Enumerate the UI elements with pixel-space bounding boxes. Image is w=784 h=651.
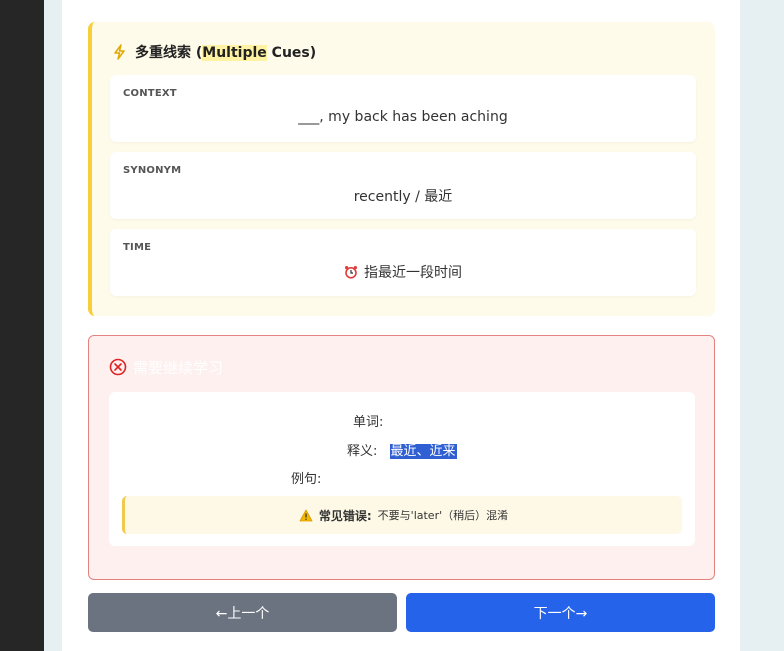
- meaning-row: 释义: 最近、近来: [347, 440, 457, 459]
- cue-value: recently / 最近: [353, 189, 453, 205]
- cue-label: TIME: [123, 242, 152, 253]
- meaning-value[interactable]: 最近、近来: [389, 444, 457, 459]
- review-title-text: 需要继续学习: [133, 358, 224, 377]
- previous-button[interactable]: ←上一个: [88, 593, 397, 632]
- lightning-icon: [114, 44, 125, 60]
- left-dark-margin: [0, 0, 44, 651]
- alarm-clock-icon: [345, 266, 357, 279]
- cue-card-synonym: SYNONYM recently / 最近: [110, 152, 696, 219]
- meaning-label: 释义:: [347, 444, 378, 459]
- example-label: 例句:: [291, 472, 322, 487]
- cues-title-prefix: 多重线索 (: [135, 45, 203, 61]
- error-circle-icon: [109, 358, 127, 376]
- word-row: 单词:: [353, 411, 383, 430]
- cue-card-time: TIME 指最近一段时间: [110, 229, 696, 296]
- cue-value: ___, my back has been aching: [298, 109, 508, 125]
- multiple-cues-panel: 多重线索 (Multiple Cues) CONTEXT ___, my bac…: [88, 22, 715, 316]
- word-detail-box: 单词: 释义: 最近、近来 例句: 常见错误: 不要与'later'（稍后）混淆: [109, 392, 695, 546]
- cue-label: CONTEXT: [123, 88, 177, 99]
- cue-label: SYNONYM: [123, 165, 182, 176]
- common-mistake-tip: 常见错误: 不要与'later'（稍后）混淆: [122, 496, 682, 534]
- cue-value-row: 指最近一段时间: [110, 262, 696, 282]
- cues-title-highlight: Multiple: [202, 45, 267, 61]
- warning-icon: [299, 509, 313, 521]
- cues-title: 多重线索 (Multiple Cues): [112, 42, 316, 62]
- review-result-panel: 需要继续学习 单词: 释义: 最近、近来 例句: 常见错误: 不要与'later…: [88, 335, 715, 580]
- next-button[interactable]: 下一个→: [406, 593, 715, 632]
- cue-card-context: CONTEXT ___, my back has been aching: [110, 75, 696, 142]
- cue-value: 指最近一段时间: [364, 265, 462, 281]
- cues-title-suffix: Cues): [266, 45, 317, 61]
- word-label: 单词:: [353, 415, 384, 430]
- example-row: 例句:: [291, 468, 321, 487]
- review-title: 需要继续学习: [109, 357, 223, 377]
- tip-label: 常见错误:: [318, 508, 372, 523]
- tip-text: 不要与'later'（稍后）混淆: [377, 509, 509, 522]
